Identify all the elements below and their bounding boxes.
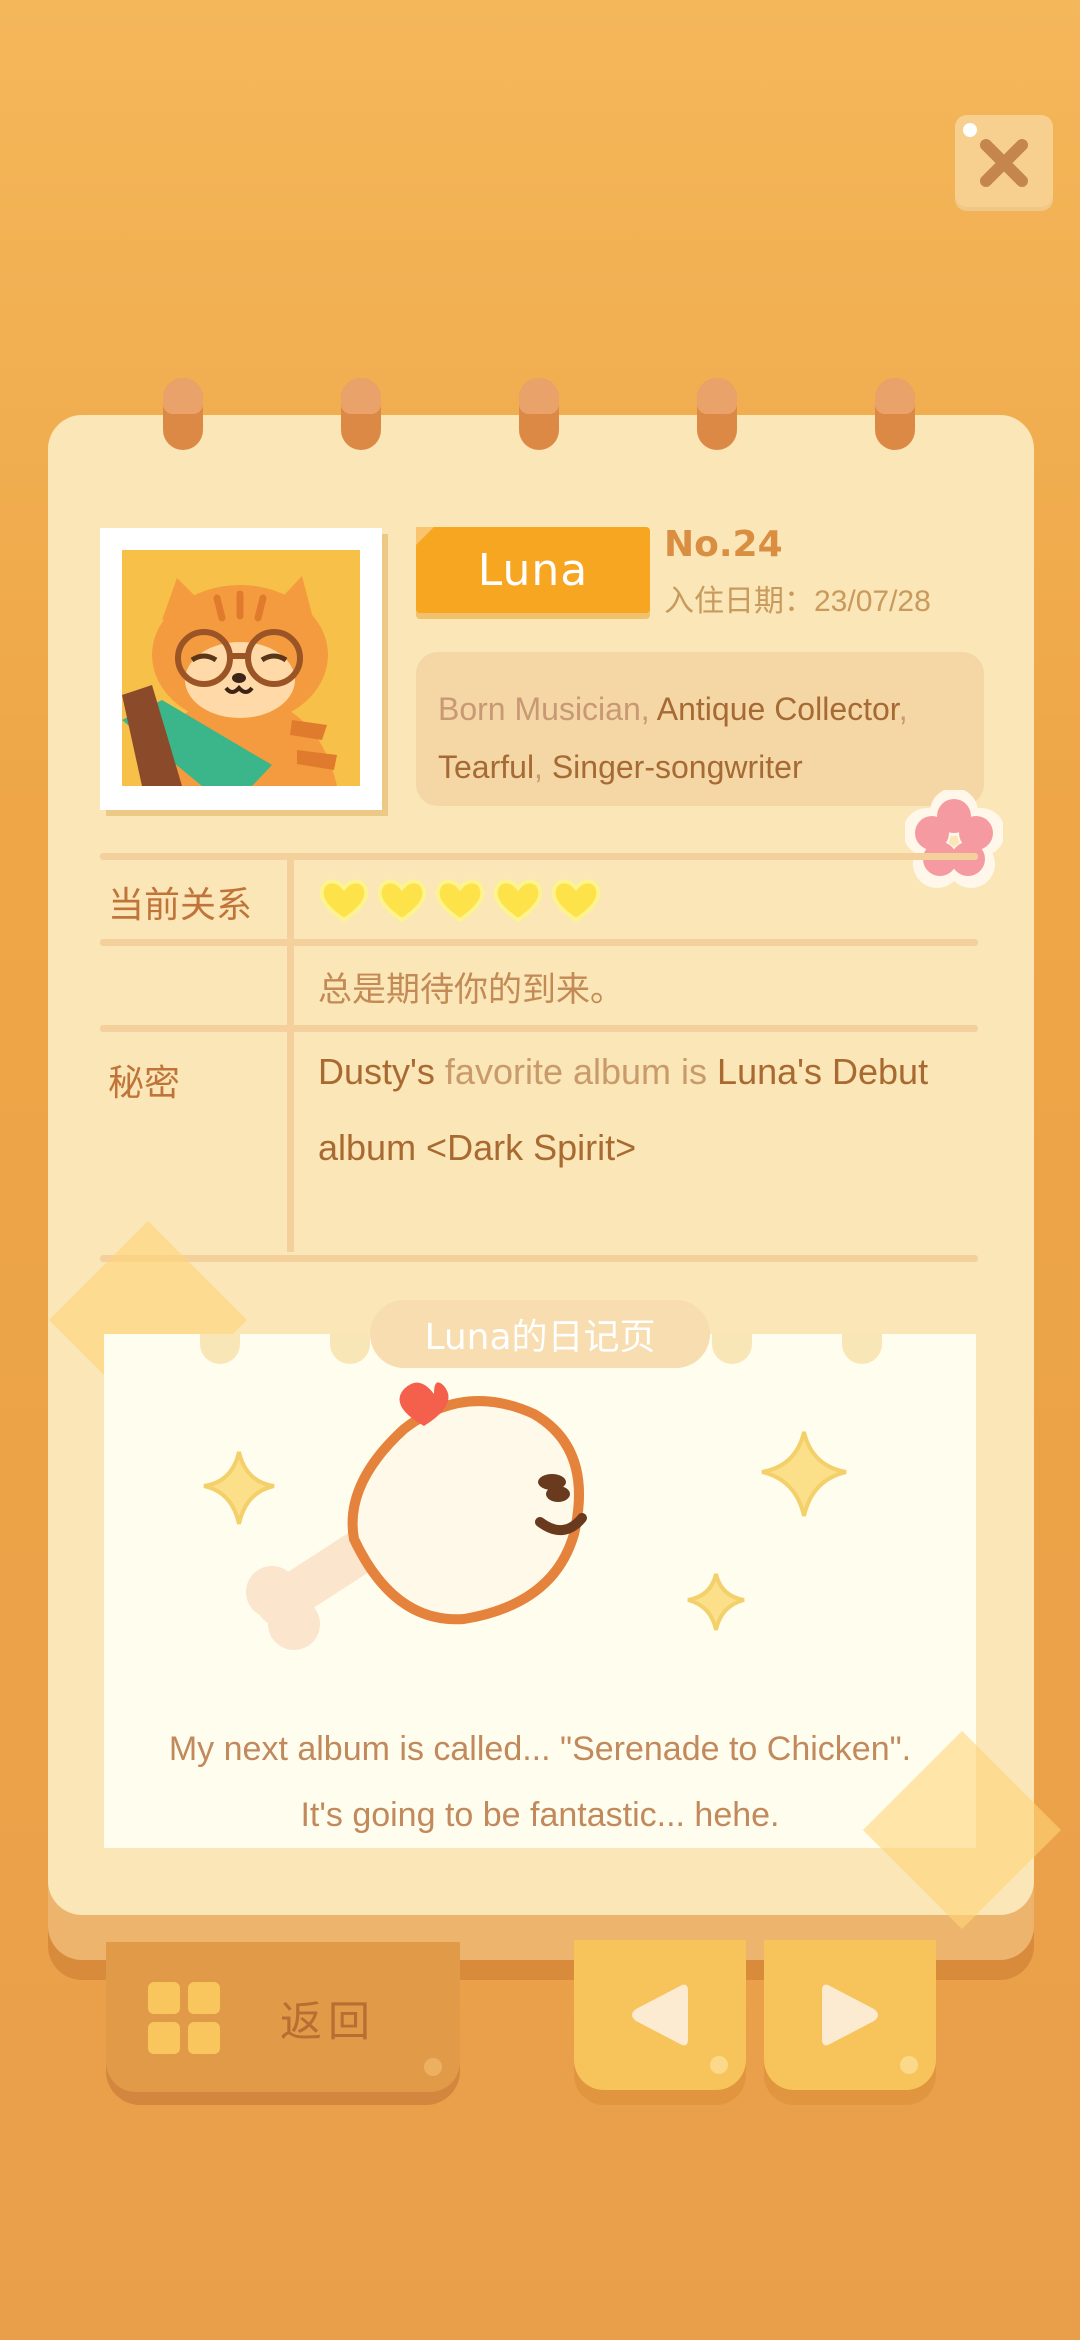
relationship-label: 当前关系 (108, 884, 253, 925)
heart-icon (377, 879, 427, 923)
triangle-left-icon (632, 1984, 688, 2046)
secret-label: 秘密 (108, 1062, 181, 1103)
secret-text: Dusty's favorite album is Luna's Debut a… (318, 1034, 978, 1186)
close-icon (980, 139, 1028, 187)
heart-icon (551, 879, 601, 923)
cat-avatar-icon (122, 550, 360, 786)
character-portrait (122, 550, 360, 786)
secret-part: Dusty's (318, 1051, 435, 1092)
heart-icon (319, 879, 369, 923)
heart-icon (435, 879, 485, 923)
chicken-drumstick-icon (203, 1382, 847, 1650)
traits-list: Born Musician, Antique Collector, Tearfu… (438, 691, 908, 785)
binder-ring (519, 378, 559, 450)
trait-tag: Antique Collector (656, 691, 899, 727)
table-divider (100, 853, 978, 860)
diary-entry: My next album is called... "Serenade to … (104, 1716, 976, 1848)
relationship-status: 总是期待你的到来。 (318, 971, 624, 1009)
trait-tag: Singer-songwriter (551, 749, 803, 785)
flower-sticker-icon (905, 790, 1003, 888)
diary-title: Luna的日记页 (370, 1300, 710, 1368)
prev-button[interactable] (574, 1940, 746, 2090)
binder-ring (875, 378, 915, 450)
binder-ring (697, 378, 737, 450)
diary-line: It's going to be fantastic... hehe. (300, 1796, 780, 1834)
character-name-tag: Luna (416, 527, 650, 613)
binder-ring (341, 378, 381, 450)
close-button[interactable] (955, 115, 1053, 211)
triangle-right-icon (822, 1984, 878, 2046)
table-divider (100, 1255, 978, 1262)
heart-icon (493, 879, 543, 923)
table-divider (100, 1025, 978, 1032)
table-column-divider (287, 860, 294, 1252)
trait-tag: Tearful (438, 749, 535, 785)
checkin-date: 入住日期：23/07/28 (664, 585, 931, 618)
diary-line: My next album is called... "Serenade to … (168, 1730, 912, 1768)
trait-tag: Born Musician (438, 691, 641, 727)
binder-ring (163, 378, 203, 450)
next-button[interactable] (764, 1940, 936, 2090)
character-name: Luna (477, 544, 589, 596)
relationship-hearts (318, 876, 602, 924)
resident-number: No.24 (664, 524, 783, 565)
back-button-label: 返回 (280, 1998, 377, 2045)
table-divider (100, 939, 978, 946)
grid-icon (148, 1982, 220, 2054)
secret-part: favorite album is (444, 1051, 708, 1092)
